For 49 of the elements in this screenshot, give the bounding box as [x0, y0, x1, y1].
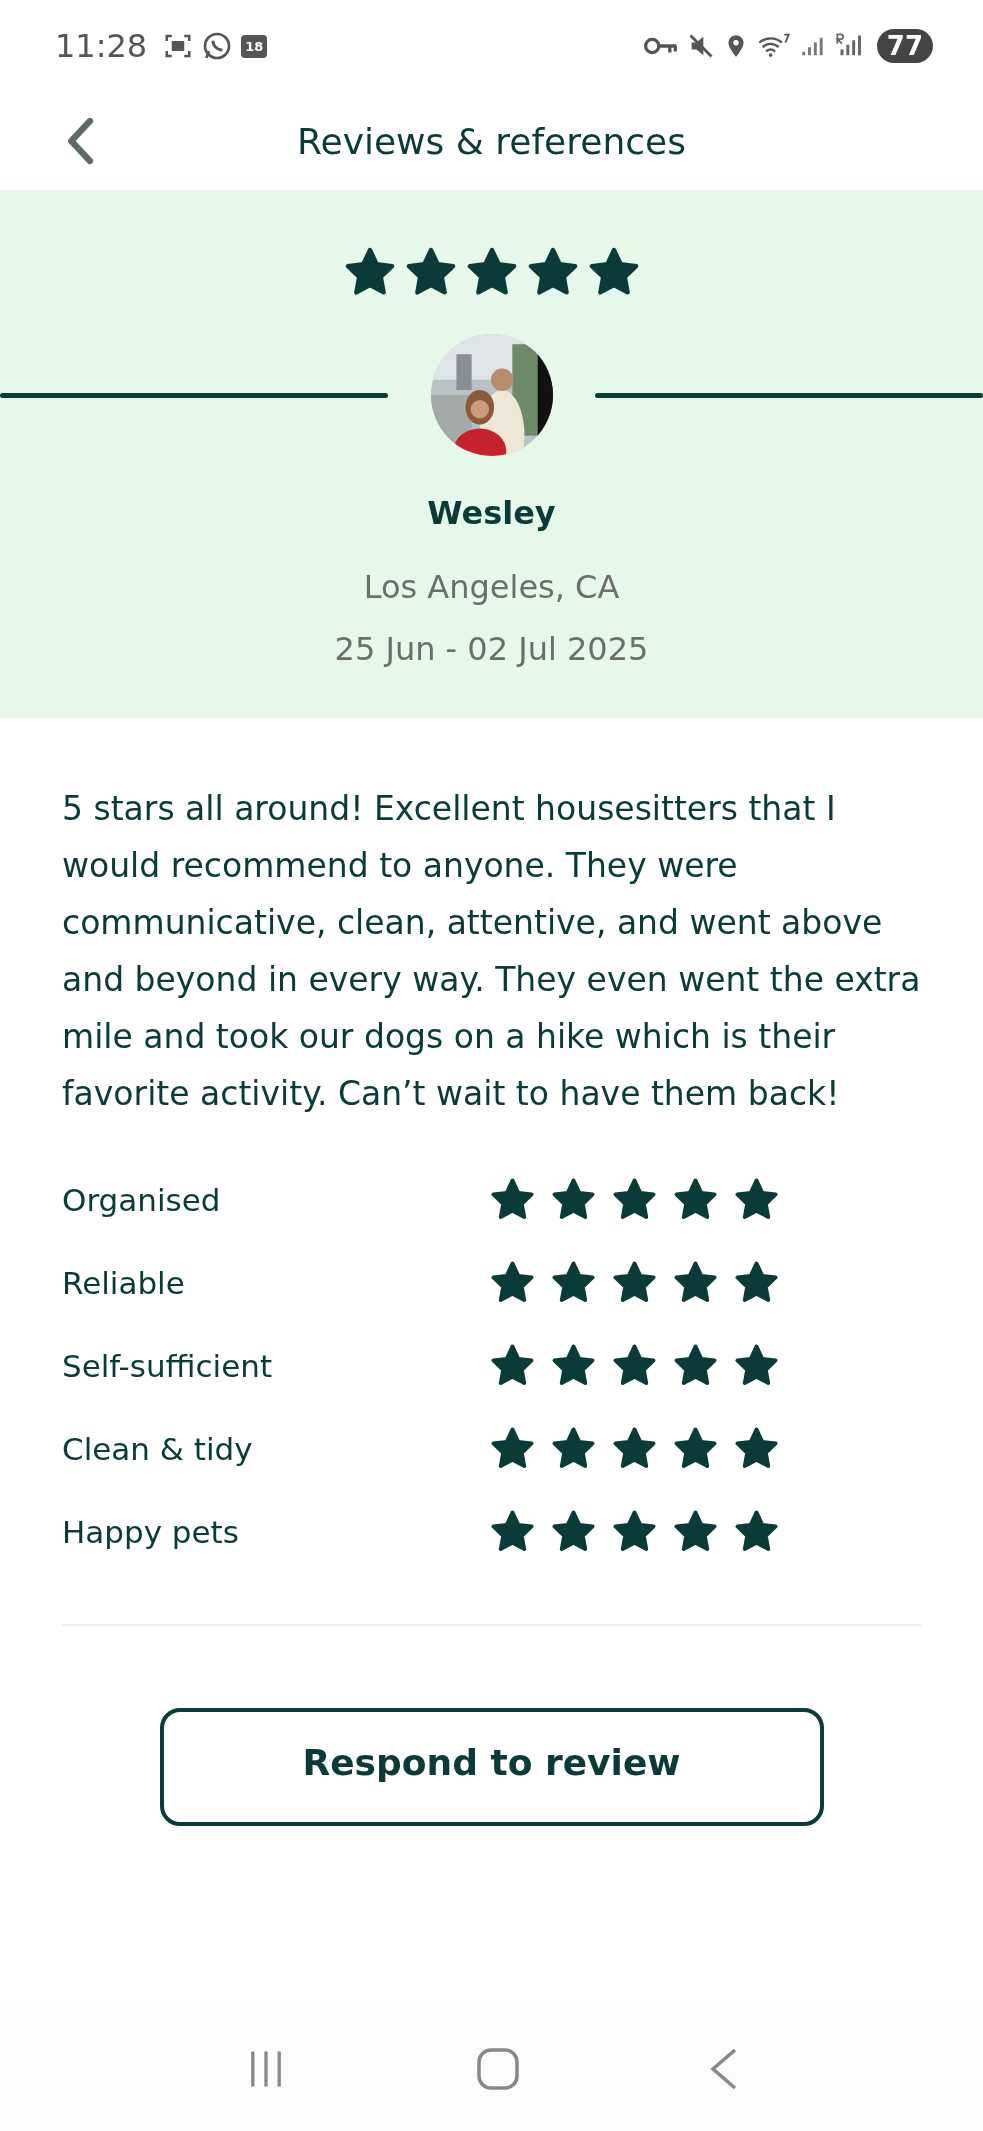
- star-icon: [734, 1509, 779, 1554]
- star-icon: [490, 1260, 535, 1305]
- star-icon: [734, 1177, 779, 1222]
- star-icon: [404, 246, 457, 298]
- battery-icon: 77: [876, 29, 933, 63]
- star-icon: [551, 1343, 596, 1388]
- star-icon: [343, 246, 396, 298]
- star-icon: [587, 246, 640, 298]
- status-time: 11:28: [55, 27, 148, 65]
- star-icon: [612, 1509, 657, 1554]
- respond-button[interactable]: Respond to review: [159, 1708, 824, 1826]
- star-icon: [465, 246, 518, 298]
- wifi-icon: [756, 32, 791, 60]
- rating-label: Happy pets: [62, 1513, 240, 1550]
- reviewer-name: Wesley: [427, 494, 556, 532]
- rating-label: Clean & tidy: [62, 1430, 254, 1467]
- star-icon: [673, 1343, 718, 1388]
- star-icon: [490, 1343, 535, 1388]
- star-icon: [490, 1509, 535, 1554]
- star-icon: [551, 1177, 596, 1222]
- star-icon: [612, 1260, 657, 1305]
- star-icon: [526, 246, 579, 298]
- star-icon: [612, 1343, 657, 1388]
- review-text: 5 stars all around! Excellent housesitters that I would recommend to anyone. They were communicative, clean, attentive, and went above and beyond in every way. They even went the extra mile and took our dogs on a hike which is their favorite activity. Can’t wait to have them back!: [62, 788, 921, 1115]
- star-icon: [673, 1260, 718, 1305]
- star-icon: [734, 1426, 779, 1471]
- home-icon[interactable]: [476, 2047, 521, 2091]
- back-icon[interactable]: [65, 116, 95, 166]
- key-icon: [642, 35, 679, 57]
- star-icon: [612, 1426, 657, 1471]
- star-icon: [673, 1426, 718, 1471]
- rating-label: Organised: [62, 1181, 222, 1218]
- star-icon: [673, 1509, 718, 1554]
- page-title: Reviews & references: [297, 120, 686, 162]
- star-icon: [551, 1260, 596, 1305]
- star-icon: [673, 1177, 718, 1222]
- star-icon: [551, 1509, 596, 1554]
- star-icon: [551, 1426, 596, 1471]
- star-icon: [734, 1260, 779, 1305]
- back-icon[interactable]: [708, 2047, 739, 2091]
- star-icon: [490, 1177, 535, 1222]
- calendar-icon: 18: [241, 34, 268, 58]
- star-icon: [612, 1177, 657, 1222]
- star-icon: [734, 1343, 779, 1388]
- reviewer-location: Los Angeles, CA: [363, 568, 620, 606]
- star-icon: [490, 1426, 535, 1471]
- stay-dates: 25 Jun - 02 Jul 2025: [334, 630, 649, 668]
- rating-label: Reliable: [62, 1264, 186, 1301]
- rating-label: Self-sufficient: [62, 1347, 274, 1384]
